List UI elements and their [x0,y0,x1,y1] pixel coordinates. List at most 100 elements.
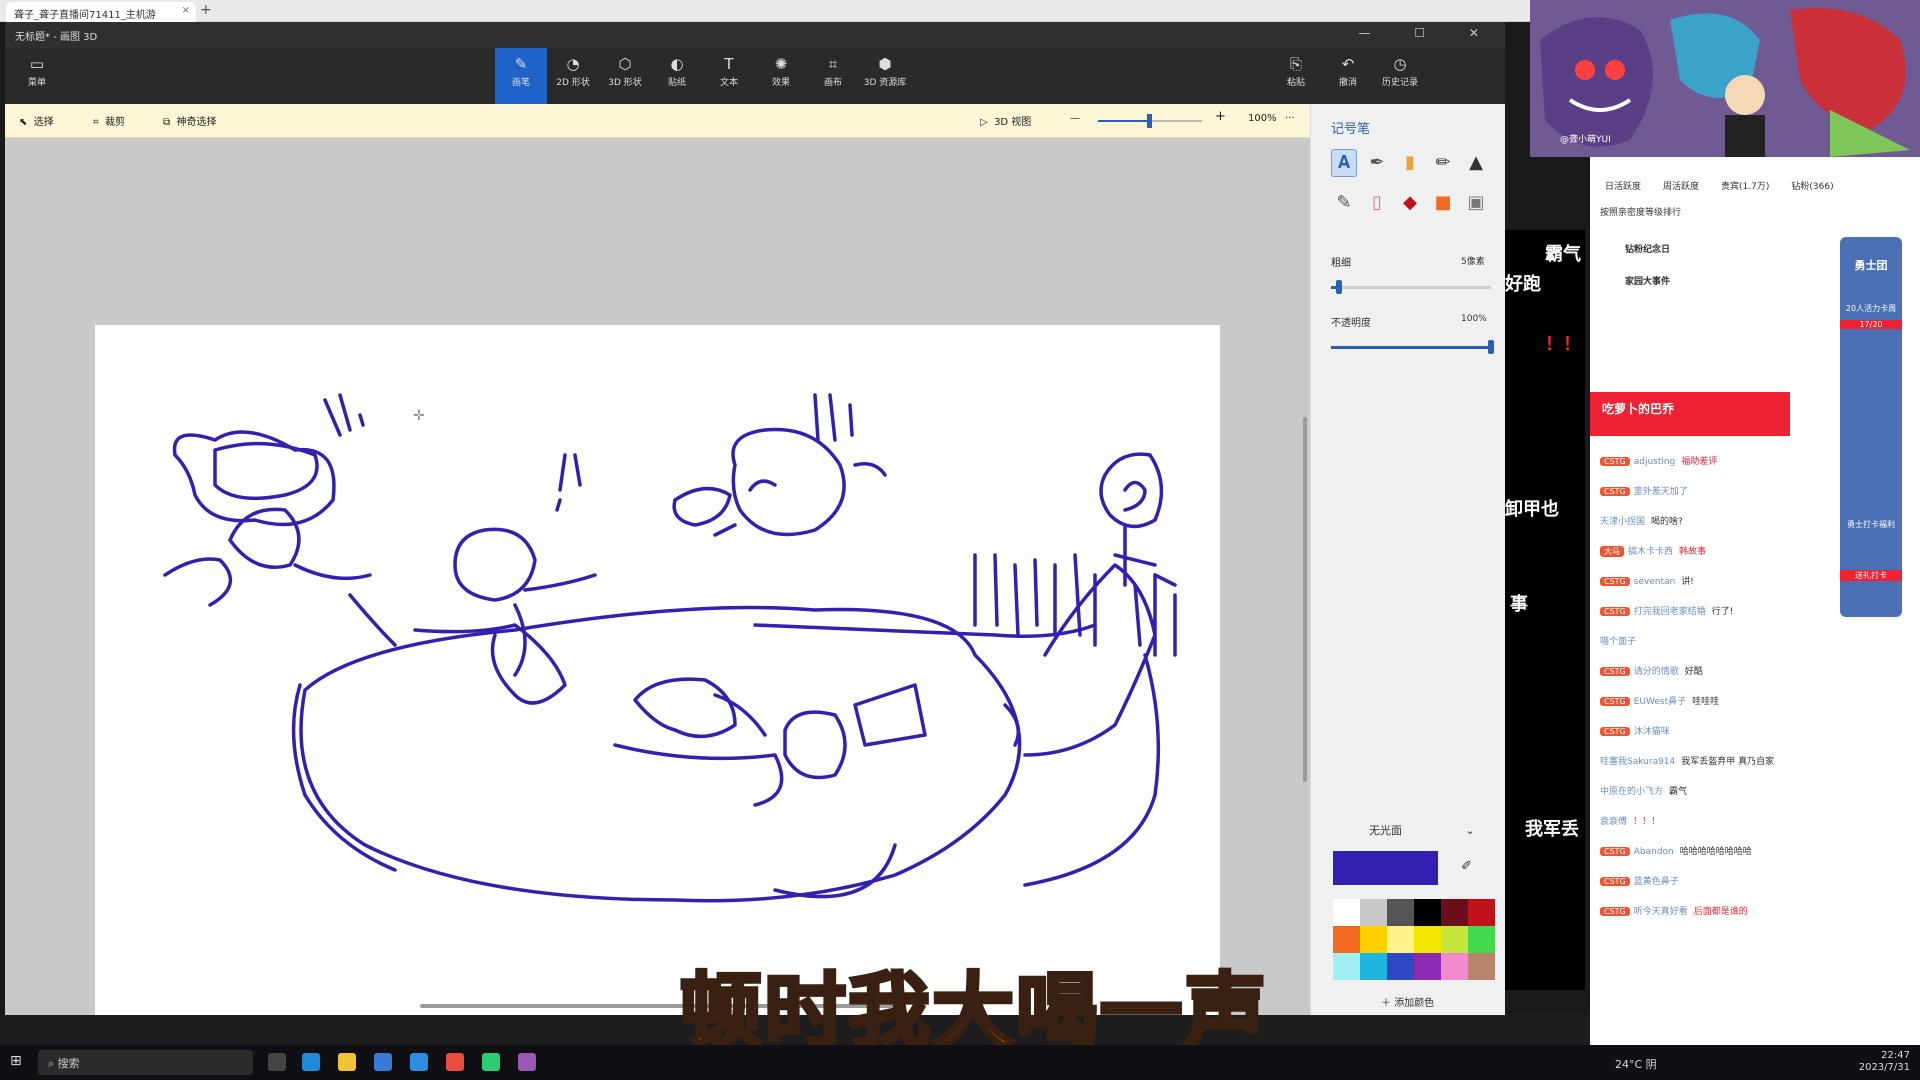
zoom-out-button[interactable]: — [1070,113,1080,124]
ribbon-tool-4[interactable]: T 文本 [703,48,755,104]
brush-option[interactable]: ■ [1430,189,1456,217]
chat-username[interactable]: 中原在的小飞方 [1600,787,1663,797]
brush-option[interactable]: ▮ [1397,149,1423,177]
chat-username[interactable]: EUWest鼻子 [1634,697,1686,707]
chat-username[interactable]: 请分的情歌 [1634,667,1679,677]
color-swatch[interactable] [1333,953,1360,980]
color-swatch[interactable] [1387,953,1414,980]
color-swatch[interactable] [1387,926,1414,953]
current-color-swatch[interactable] [1333,851,1438,885]
chat-tab[interactable]: 钻粉(366) [1791,182,1833,192]
finish-select[interactable]: 无光面 ⌄ [1369,822,1475,838]
chrome-icon[interactable] [446,1053,464,1071]
chat-username[interactable]: 衰衰傅 [1600,817,1627,827]
brush-option[interactable]: ✒ [1364,149,1390,177]
chat-username[interactable]: 喵个面子 [1600,637,1636,647]
color-swatch[interactable] [1333,899,1360,926]
more-options-button[interactable]: ··· [1285,113,1295,124]
color-swatch[interactable] [1387,899,1414,926]
drawing-canvas[interactable]: ✛ [95,325,1220,1038]
ribbon-tool-1[interactable]: ◔ 2D 形状 [547,48,599,104]
chat-username[interactable]: 天津小拐国 [1600,517,1645,527]
color-swatch[interactable] [1441,926,1468,953]
select-button[interactable]: ⬉ 选择 [19,113,54,128]
ribbon-tool-7[interactable]: ⬢ 3D 资源库 [859,48,911,104]
brush-option[interactable]: ✎ [1331,189,1357,217]
brush-option[interactable]: 𝐀 [1331,149,1357,177]
event-item[interactable]: 家园大事件 [1625,274,1670,287]
wechat-icon[interactable] [482,1053,500,1071]
color-swatch[interactable] [1414,926,1441,953]
chat-tab[interactable]: 贵宾(1.7万) [1721,182,1769,192]
chat-username[interactable]: Abandon [1634,847,1674,857]
chat-username[interactable]: 室外差天加了 [1634,487,1688,497]
paint3d-icon[interactable] [518,1053,536,1071]
new-tab-button[interactable]: + [200,2,212,18]
ribbon-tool-3[interactable]: ◐ 贴纸 [651,48,703,104]
ribbon-tool-2[interactable]: ⬡ 3D 形状 [599,48,651,104]
color-swatch[interactable] [1414,899,1441,926]
taskview-icon[interactable] [268,1053,286,1071]
add-color-button[interactable]: ＋ 添加颜色 [1381,994,1434,1009]
promo-banner[interactable]: 吃萝卜的巴乔 [1590,392,1790,436]
browser-tab[interactable]: 聋子_聋子直播间71411_主机游 × [6,2,196,22]
edge-icon[interactable] [302,1053,320,1071]
brush-option[interactable]: ✏ [1430,149,1456,177]
weather[interactable]: 24°C 阴 [1615,1056,1657,1072]
event-item[interactable]: 钻粉纪念日 [1625,242,1670,255]
thickness-slider[interactable] [1331,280,1491,294]
zoom-slider-knob[interactable] [1147,114,1152,128]
store-icon[interactable] [374,1053,392,1071]
chat-username[interactable]: 哇塞我Sakura914 [1600,757,1675,767]
vertical-scrollbar[interactable] [1303,417,1307,782]
brush-option[interactable]: ▲ [1463,149,1489,177]
color-swatch[interactable] [1441,899,1468,926]
windows-start-icon[interactable]: ⊞ [10,1053,22,1069]
ribbon-tool-6[interactable]: ⌗ 画布 [807,48,859,104]
window-controls[interactable]: — ☐ ✕ [1359,26,1499,40]
mail-icon[interactable] [410,1053,428,1071]
color-swatch[interactable] [1414,953,1441,980]
color-swatch[interactable] [1333,926,1360,953]
chat-username[interactable]: adjusting [1634,457,1676,467]
chat-username[interactable]: 沐沐猫咪 [1634,727,1670,737]
thickness-slider-knob[interactable] [1336,280,1342,294]
clock[interactable]: 22:47 2023/7/31 [1859,1050,1910,1074]
chat-tab[interactable]: 周活跃度 [1663,182,1699,192]
color-swatch[interactable] [1468,899,1495,926]
color-swatch[interactable] [1360,953,1387,980]
zoom-in-button[interactable]: + [1215,109,1226,124]
color-swatch[interactable] [1360,899,1387,926]
opacity-slider[interactable] [1331,340,1494,354]
color-swatch[interactable] [1441,953,1468,980]
color-swatch[interactable] [1360,926,1387,953]
chat-tab[interactable]: 日活跃度 [1605,182,1641,192]
3d-view-toggle[interactable]: ▷ 3D 视图 [980,113,1031,128]
ribbon-right-tool-1[interactable]: ↶ 撤消 [1322,48,1374,104]
brush-option[interactable]: ▯ [1364,189,1390,217]
chat-username[interactable]: 蓝黄色鼻子 [1634,877,1679,887]
chat-username[interactable]: 听今天真好看 [1634,907,1688,917]
ribbon-tool-5[interactable]: ✺ 效果 [755,48,807,104]
menu-button[interactable]: ▭ 菜单 [11,48,63,104]
taskbar-search[interactable]: ⌕ 搜索 [38,1050,253,1075]
eyedropper-icon[interactable]: ✐ [1461,859,1472,874]
chat-username[interactable]: 搞木卡卡西 [1628,547,1673,557]
brush-option[interactable]: ▣ [1463,189,1489,217]
chat-username[interactable]: 打完我回老家结婚 [1634,607,1706,617]
side-badge-column[interactable]: 勇士团 20人活力卡周 17/20 勇士打卡福利 送礼打卡 [1840,237,1902,617]
color-swatch[interactable] [1468,953,1495,980]
magic-select-button[interactable]: ⧉ 神奇选择 [163,113,217,128]
ribbon-right-tool-2[interactable]: ◷ 历史记录 [1374,48,1426,104]
canvas-workspace[interactable]: ✛ [5,138,1310,1038]
crop-button[interactable]: ⌗ 裁剪 [93,113,125,128]
opacity-slider-knob[interactable] [1488,340,1494,354]
color-swatch[interactable] [1468,926,1495,953]
zoom-slider[interactable] [1098,114,1202,128]
ribbon-tool-0[interactable]: ✎ 画笔 [495,48,547,104]
close-tab-icon[interactable]: × [182,5,190,16]
explorer-icon[interactable] [338,1053,356,1071]
ribbon-right-tool-0[interactable]: ⎘ 粘贴 [1270,48,1322,104]
brush-option[interactable]: ◆ [1397,189,1423,217]
chat-username[interactable]: seventan [1634,577,1676,587]
